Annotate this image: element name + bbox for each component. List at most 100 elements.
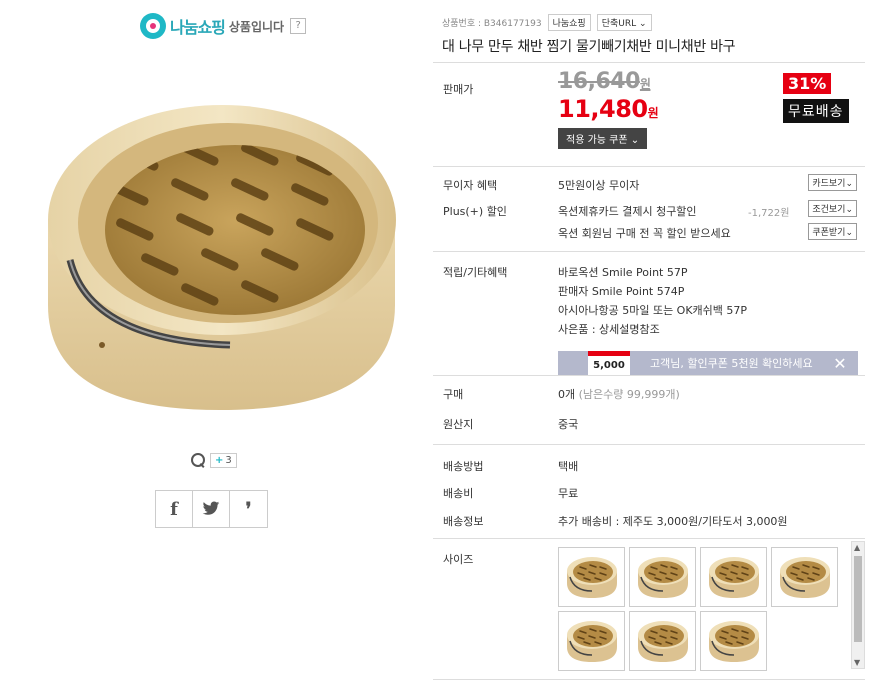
chevron-down-icon: ⌄ xyxy=(630,135,640,146)
points-line: 바로옥션 Smile Point 57P xyxy=(558,266,688,279)
shipping-section: 배송방법 택배 배송비 무료 배송정보 추가 배송비 : 제주도 3,000원/… xyxy=(433,444,865,538)
shipping-method-value: 택배 xyxy=(558,460,579,473)
twitter-share-button[interactable] xyxy=(193,491,230,527)
banner-coupon-value: 5,000 xyxy=(588,351,630,375)
more-images-count: 3 xyxy=(225,454,232,466)
size-section: 사이즈 ▲ ▼ xyxy=(433,538,865,680)
discount-badge: 31% xyxy=(783,73,832,94)
points-label: 적립/기타혜택 xyxy=(443,266,508,279)
gallery-controls: + 3 xyxy=(190,452,237,468)
short-url-label: 단축URL xyxy=(601,18,637,29)
points-line: 판매자 Smile Point 574P xyxy=(558,285,685,298)
original-price-unit: 원 xyxy=(639,77,651,91)
scrollbar-thumb[interactable] xyxy=(854,556,862,642)
product-meta: 상품번호 : B346177193 나눔쇼핑 단축URL ⌄ xyxy=(442,12,867,32)
card-view-button[interactable]: 카드보기⌄ xyxy=(808,174,857,191)
facebook-share-button[interactable]: f xyxy=(156,491,193,527)
seller-header: 나눔쇼핑 상품입니다 ? xyxy=(140,12,307,40)
applicable-coupon-button[interactable]: 적용 가능 쿠폰 ⌄ xyxy=(558,128,648,149)
coupon-button-label: 적용 가능 쿠폰 xyxy=(566,135,628,146)
price-section: 판매가 16,640원 11,480원 적용 가능 쿠폰 ⌄ 31% 무료배송 xyxy=(433,62,865,166)
origin-label: 원산지 xyxy=(443,418,474,431)
size-option-thumb[interactable] xyxy=(771,547,838,607)
steamer-thumbnail-icon xyxy=(566,557,617,598)
shipping-info-label: 배송정보 xyxy=(443,515,484,528)
benefits-section: 무이자 혜택 5만원이상 무이자 카드보기⌄ Plus(+) 할인 옥션제휴카드… xyxy=(433,166,865,251)
shipping-fee-label: 배송비 xyxy=(443,487,474,500)
banner-text: 고객님, 할인쿠폰 5천원 확인하세요 xyxy=(650,357,813,370)
points-line: 아시아나항공 5마일 또는 OK캐쉬백 57P xyxy=(558,304,748,317)
size-option-thumb[interactable] xyxy=(558,547,625,607)
facebook-icon: f xyxy=(170,498,178,520)
plus-discount-amount: -1,722원 xyxy=(748,208,790,219)
purchase-section: 구매 0개 (남은수량 99,999개) 원산지 중국 xyxy=(433,375,865,444)
chevron-down-icon: ⌄ xyxy=(845,205,853,215)
original-price-value: 16,640 xyxy=(558,69,640,94)
plus-discount-value: 옥션제휴카드 결제시 청구할인 xyxy=(558,205,697,218)
sale-price-value: 11,480 xyxy=(558,95,648,123)
product-header: 상품번호 : B346177193 나눔쇼핑 단축URL ⌄ 대 나무 만두 채… xyxy=(442,12,867,56)
shipping-fee-value: 무료 xyxy=(558,487,579,500)
size-option-thumb[interactable] xyxy=(629,547,696,607)
bamboo-steamer-image xyxy=(48,105,396,410)
plus-discount-label: Plus(+) 할인 xyxy=(443,205,507,218)
kakao-story-icon: ❜ xyxy=(245,498,252,520)
shipping-method-label: 배송방법 xyxy=(443,460,484,473)
coupon-receive-button[interactable]: 쿠폰받기⌄ xyxy=(808,223,857,240)
steamer-thumbnail-icon xyxy=(637,557,688,598)
origin-value: 중국 xyxy=(558,418,579,431)
short-url-button[interactable]: 단축URL ⌄ xyxy=(596,13,652,31)
condition-view-button[interactable]: 조건보기⌄ xyxy=(808,200,857,217)
seller-logo-icon xyxy=(140,13,166,39)
close-icon[interactable]: ✕ xyxy=(828,354,852,373)
purchase-quantity: 0개 (남은수량 99,999개) xyxy=(558,386,680,402)
size-option-thumb[interactable] xyxy=(700,547,767,607)
sale-price: 11,480원 xyxy=(558,95,659,123)
size-option-thumb[interactable] xyxy=(629,611,696,671)
points-section: 적립/기타혜택 바로옥션 Smile Point 57P 판매자 Smile P… xyxy=(433,251,865,375)
product-number: 상품번호 : B346177193 xyxy=(442,18,542,29)
scroll-up-icon[interactable]: ▲ xyxy=(854,543,860,552)
chevron-down-icon: ⌄ xyxy=(639,18,647,29)
original-price: 16,640원 xyxy=(558,69,651,94)
chevron-down-icon: ⌄ xyxy=(845,228,853,238)
remaining-quantity: (남은수량 99,999개) xyxy=(578,388,680,401)
story-share-button[interactable]: ❜ xyxy=(230,491,267,527)
steamer-thumbnail-icon xyxy=(779,557,830,598)
steamer-thumbnail-icon xyxy=(637,621,688,662)
size-scrollbar[interactable]: ▲ ▼ xyxy=(851,541,865,669)
plus-icon: + xyxy=(215,454,224,466)
twitter-icon xyxy=(202,501,220,515)
card-view-label: 카드보기 xyxy=(812,179,846,189)
zoom-icon[interactable] xyxy=(190,452,206,468)
more-images-button[interactable]: + 3 xyxy=(210,452,237,468)
purchase-count: 0개 xyxy=(558,388,576,401)
size-option-thumb[interactable] xyxy=(700,611,767,671)
seller-name[interactable]: 나눔쇼핑 xyxy=(170,14,226,38)
help-button[interactable]: ? xyxy=(290,18,307,34)
free-shipping-badge: 무료배송 xyxy=(783,99,849,123)
chevron-down-icon: ⌄ xyxy=(845,179,853,189)
brand-link[interactable]: 나눔쇼핑 xyxy=(547,13,591,31)
steamer-thumbnail-icon xyxy=(566,621,617,662)
size-options xyxy=(558,547,848,671)
product-image[interactable] xyxy=(30,55,400,440)
scroll-down-icon[interactable]: ▼ xyxy=(854,658,860,667)
seller-suffix: 상품입니다 xyxy=(228,19,285,34)
condition-view-label: 조건보기 xyxy=(812,205,846,215)
installment-label: 무이자 혜택 xyxy=(443,179,498,192)
size-option-thumb[interactable] xyxy=(558,611,625,671)
installment-value: 5만원이상 무이자 xyxy=(558,179,640,192)
member-discount-text: 옥션 회원님 구매 전 꼭 할인 받으세요 xyxy=(558,227,731,240)
steamer-thumbnail-icon xyxy=(708,557,759,598)
steamer-thumbnail-icon xyxy=(708,621,759,662)
share-buttons: f ❜ xyxy=(155,490,268,528)
product-title: 대 나무 만두 채반 찜기 물기빼기채반 미니채반 바구 xyxy=(442,39,736,55)
size-label: 사이즈 xyxy=(443,553,474,566)
purchase-label: 구매 xyxy=(443,388,464,401)
price-label: 판매가 xyxy=(443,83,474,96)
points-line: 사은품 : 상세설명참조 xyxy=(558,323,660,336)
coupon-receive-label: 쿠폰받기 xyxy=(812,228,846,238)
coupon-banner[interactable]: 5,000 고객님, 할인쿠폰 5천원 확인하세요 ✕ xyxy=(558,351,858,375)
sale-price-unit: 원 xyxy=(647,106,659,120)
